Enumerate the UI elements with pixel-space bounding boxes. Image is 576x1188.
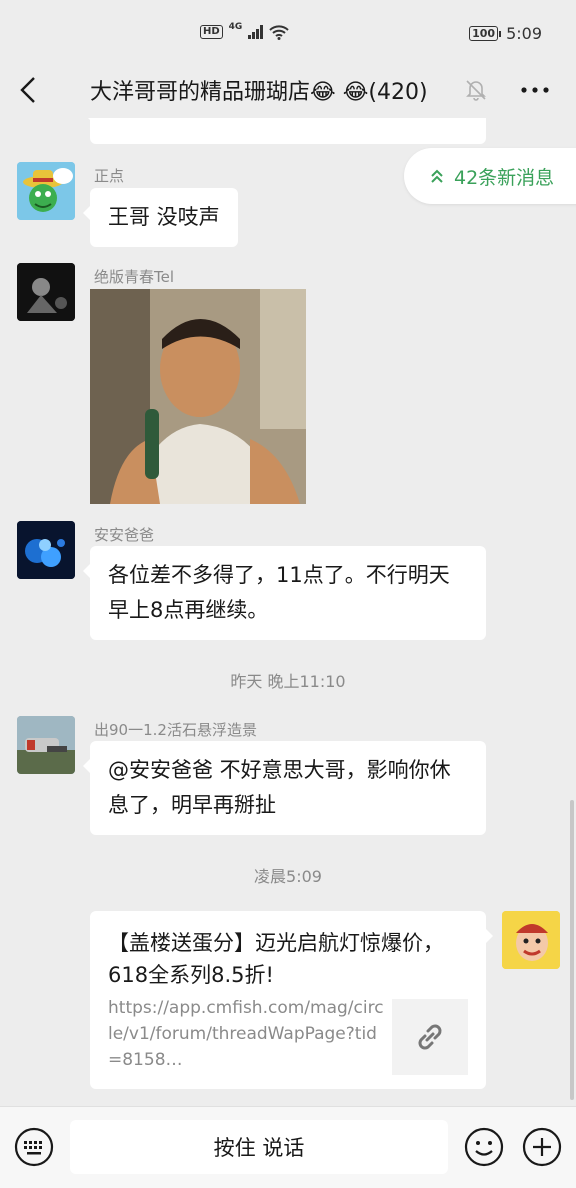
avatar[interactable] bbox=[17, 263, 75, 321]
keyboard-icon bbox=[14, 1127, 54, 1167]
avatar[interactable] bbox=[17, 162, 75, 220]
more-options-button[interactable] bbox=[518, 78, 552, 102]
link-url: https://app.cmfish.com/mag/circle/v1/for… bbox=[108, 998, 384, 1070]
chat-header: 大洋哥哥的精品珊瑚店😂 😂(420) bbox=[0, 62, 576, 118]
signal-icon bbox=[248, 25, 264, 39]
timestamp: 昨天 晚上11:10 bbox=[230, 672, 346, 691]
message-bubble-partial[interactable] bbox=[83, 118, 486, 144]
scrollbar[interactable] bbox=[570, 800, 574, 1100]
message-image[interactable] bbox=[90, 289, 306, 504]
message-text: 各位差不多得了，11点了。不行明天早上8点再继续。 bbox=[108, 563, 450, 622]
message-bubble[interactable]: @安安爸爸 不好意思大哥，影响你休息了，明早再掰扯 bbox=[83, 741, 486, 835]
emoji-button[interactable] bbox=[464, 1127, 504, 1167]
link-icon bbox=[418, 1024, 442, 1050]
hd-badge: HD bbox=[200, 25, 223, 39]
message-bubble[interactable]: 王哥 没吱声 bbox=[83, 188, 238, 247]
link-title: 【盖楼送蛋分】迈光启航灯惊爆价，618全系列8.5折! bbox=[108, 931, 444, 987]
more-functions-button[interactable] bbox=[522, 1127, 562, 1167]
sender-name: 正点 bbox=[94, 167, 125, 185]
status-right: 100 5:09 bbox=[469, 24, 542, 43]
smiley-icon bbox=[464, 1127, 504, 1167]
link-thumbnail bbox=[392, 999, 468, 1075]
more-icon bbox=[521, 87, 549, 93]
shared-link-card[interactable]: 【盖楼送蛋分】迈光启航灯惊爆价，618全系列8.5折! https://app.… bbox=[90, 911, 493, 1089]
timestamp: 凌晨5:09 bbox=[254, 867, 322, 886]
avatar[interactable] bbox=[17, 716, 75, 774]
avatar[interactable] bbox=[17, 521, 75, 579]
network-type: 4G bbox=[228, 22, 243, 32]
plus-icon bbox=[522, 1127, 562, 1167]
my-avatar[interactable] bbox=[502, 911, 560, 969]
hold-to-talk-button[interactable]: 按住 说话 bbox=[70, 1120, 448, 1174]
new-messages-label: 42条新消息 bbox=[454, 166, 555, 189]
clock: 5:09 bbox=[506, 24, 542, 43]
chevron-left-icon bbox=[20, 77, 35, 103]
sender-name: 绝版青春Tel bbox=[94, 268, 175, 286]
input-bar: 按住 说话 bbox=[0, 1106, 576, 1188]
chat-title: 大洋哥哥的精品珊瑚店😂 😂(420) bbox=[90, 80, 428, 105]
network-status: HD 4G bbox=[200, 22, 290, 40]
double-chevron-up-icon bbox=[431, 169, 443, 183]
message-text: 王哥 没吱声 bbox=[108, 205, 220, 229]
wifi-icon bbox=[269, 25, 290, 40]
sender-name: 安安爸爸 bbox=[94, 526, 155, 544]
message-bubble[interactable]: 各位差不多得了，11点了。不行明天早上8点再继续。 bbox=[83, 546, 486, 640]
keyboard-toggle-button[interactable] bbox=[14, 1127, 54, 1167]
new-messages-button[interactable]: 42条新消息 bbox=[404, 148, 576, 204]
message-text: @安安爸爸 不好意思大哥，影响你休息了，明早再掰扯 bbox=[108, 758, 451, 817]
battery-icon: 100 bbox=[469, 26, 502, 41]
mute-bell-icon bbox=[464, 78, 488, 102]
back-button[interactable] bbox=[14, 72, 46, 108]
sender-name: 出90一1.2活石悬浮造景 bbox=[94, 721, 257, 739]
status-bar: HD 4G 100 5:09 bbox=[0, 0, 576, 62]
message-list[interactable]: 正点 王哥 没吱声 绝版青春Tel 安安爸爸 各位差不多得了，11点了。不行明天… bbox=[0, 118, 576, 1106]
